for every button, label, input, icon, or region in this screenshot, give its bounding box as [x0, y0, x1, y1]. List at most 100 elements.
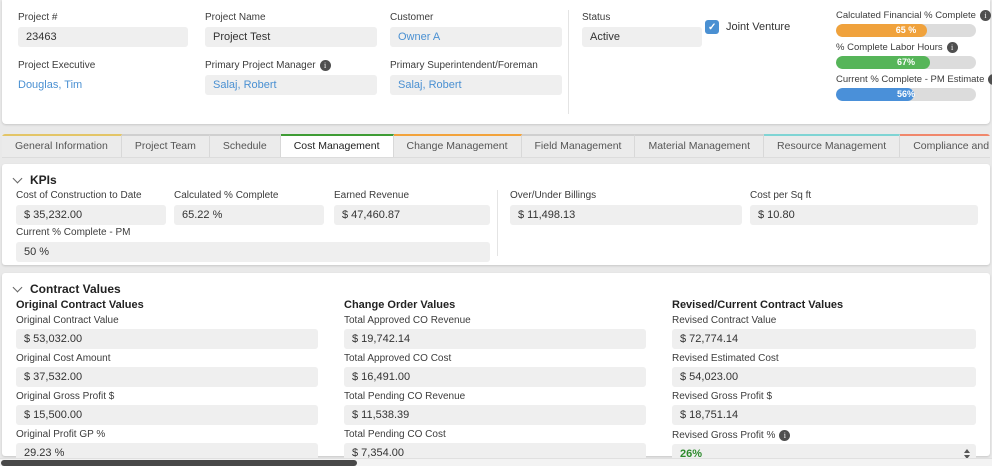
kpi-earned-revenue: Earned Revenue $ 47,460.87: [334, 190, 490, 225]
scrollbar-thumb[interactable]: [1, 460, 357, 466]
kpi-cost-per-sqft: Cost per Sq ft $ 10.80: [750, 190, 978, 225]
collapse-chevron-icon[interactable]: [13, 173, 23, 183]
project-number-value[interactable]: 23463: [18, 27, 188, 47]
contract-values-title: Contract Values: [30, 282, 121, 296]
project-name-label: Project Name: [205, 12, 377, 23]
column-title: Change Order Values: [344, 299, 646, 311]
primary-superintendent-label: Primary Superintendent/Foreman: [390, 60, 562, 71]
joint-venture-field: Joint Venture: [705, 20, 790, 34]
kpi-value[interactable]: $ 10.80: [750, 205, 978, 225]
info-icon[interactable]: [947, 42, 958, 53]
revised-contract-value-field: Revised Contract Value $ 72,774.14: [672, 316, 976, 349]
kpi-label: Cost of Construction to Date: [16, 190, 166, 201]
tab-resource-management[interactable]: Resource Management: [764, 134, 900, 157]
project-header-card: Project # 23463 Project Executive Dougla…: [2, 0, 990, 124]
status-field: Status Active: [582, 12, 702, 47]
kpi-label: Calculated % Complete: [174, 190, 324, 201]
column-title: Original Contract Values: [16, 299, 318, 311]
labor-hours-bar: 67%: [836, 56, 976, 69]
financial-percent-complete: Calculated Financial % Complete 65 %: [836, 10, 982, 37]
primary-project-manager-field: Primary Project Manager Salaj, Robert: [205, 60, 377, 95]
primary-superintendent-value[interactable]: Salaj, Robert: [390, 75, 562, 95]
tab-cost-management[interactable]: Cost Management: [281, 134, 394, 157]
contract-values-section: Contract Values Original Contract Values…: [2, 273, 990, 456]
revised-estimated-cost-field: Revised Estimated Cost $ 54,023.00: [672, 354, 976, 387]
tab-material-management[interactable]: Material Management: [635, 134, 764, 157]
project-detail-page: Project # 23463 Project Executive Dougla…: [0, 0, 992, 466]
customer-link[interactable]: Owner A: [398, 31, 440, 43]
kpi-label: Current % Complete - PM: [16, 227, 490, 238]
column-title: Revised/Current Contract Values: [672, 299, 976, 311]
labor-hours-label: % Complete Labor Hours: [836, 42, 982, 53]
kpi-divider: [497, 190, 498, 256]
project-executive-link[interactable]: Douglas, Tim: [18, 75, 188, 95]
pending-co-revenue-field: Total Pending CO Revenue $ 11,538.39: [344, 392, 646, 425]
primary-superintendent-field: Primary Superintendent/Foreman Salaj, Ro…: [390, 60, 562, 95]
tab-schedule[interactable]: Schedule: [210, 134, 281, 157]
project-number-label: Project #: [18, 12, 188, 23]
kpis-header[interactable]: KPIs: [14, 173, 57, 187]
project-name-value[interactable]: Project Test: [205, 27, 377, 47]
header-divider: [568, 10, 569, 114]
change-order-values-column: Change Order Values Total Approved CO Re…: [344, 299, 646, 463]
tab-general-information[interactable]: General Information: [2, 134, 122, 157]
header-col-3: Customer Owner A Primary Superintendent/…: [390, 12, 562, 95]
financial-percent-label: Calculated Financial % Complete: [836, 10, 982, 21]
kpi-label: Cost per Sq ft: [750, 190, 978, 201]
status-label: Status: [582, 12, 702, 23]
primary-superintendent-link[interactable]: Salaj, Robert: [398, 79, 462, 91]
project-executive-field: Project Executive Douglas, Tim: [18, 60, 188, 95]
labor-hours-percent-complete: % Complete Labor Hours 67%: [836, 42, 982, 69]
bar-value: 67%: [836, 56, 976, 69]
stepper-up-icon[interactable]: [964, 449, 970, 453]
kpi-calculated-percent: Calculated % Complete 65.22 %: [174, 190, 324, 225]
kpis-title: KPIs: [30, 173, 57, 187]
revised-gross-profit-field: Revised Gross Profit $ $ 18,751.14: [672, 392, 976, 425]
kpi-value[interactable]: 65.22 %: [174, 205, 324, 225]
kpi-current-percent-pm: Current % Complete - PM 50 %: [16, 227, 490, 262]
original-gross-profit-field: Original Gross Profit $ $ 15,500.00: [16, 392, 318, 425]
kpi-label: Over/Under Billings: [510, 190, 742, 201]
pm-estimate-bar: 56%: [836, 88, 976, 101]
primary-project-manager-value[interactable]: Salaj, Robert: [205, 75, 377, 95]
tab-compliance-and-safety[interactable]: Compliance and Safety: [900, 134, 990, 157]
approved-co-revenue-field: Total Approved CO Revenue $ 19,742.14: [344, 316, 646, 349]
project-executive-label: Project Executive: [18, 60, 188, 71]
kpi-label: Earned Revenue: [334, 190, 490, 201]
header-col-1: Project # 23463 Project Executive Dougla…: [18, 12, 188, 95]
customer-label: Customer: [390, 12, 562, 23]
info-icon[interactable]: [779, 430, 790, 441]
joint-venture-checkbox[interactable]: [705, 20, 719, 34]
info-icon[interactable]: [320, 60, 331, 71]
info-icon[interactable]: [980, 10, 991, 21]
status-value[interactable]: Active: [582, 27, 702, 47]
bar-value: 56%: [836, 88, 976, 101]
pm-estimate-percent-complete: Current % Complete - PM Estimate 56%: [836, 74, 982, 101]
kpi-value[interactable]: $ 11,498.13: [510, 205, 742, 225]
customer-field: Customer Owner A: [390, 12, 562, 47]
financial-percent-bar: 65 %: [836, 24, 976, 37]
pm-estimate-label: Current % Complete - PM Estimate: [836, 74, 982, 85]
tab-change-management[interactable]: Change Management: [394, 134, 522, 157]
primary-project-manager-link[interactable]: Salaj, Robert: [213, 79, 277, 91]
kpi-value[interactable]: 50 %: [16, 242, 490, 262]
tab-project-team[interactable]: Project Team: [122, 134, 210, 157]
info-icon[interactable]: [988, 74, 992, 85]
bar-value: 65 %: [836, 24, 976, 37]
project-number-field: Project # 23463: [18, 12, 188, 47]
header-col-2: Project Name Project Test Primary Projec…: [205, 12, 377, 95]
kpi-value[interactable]: $ 47,460.87: [334, 205, 490, 225]
revised-contract-values-column: Revised/Current Contract Values Revised …: [672, 299, 976, 464]
kpi-cost-of-construction: Cost of Construction to Date $ 35,232.00: [16, 190, 166, 225]
progress-bars: Calculated Financial % Complete 65 % % C…: [836, 8, 982, 106]
horizontal-scrollbar: [0, 458, 992, 466]
joint-venture-label: Joint Venture: [726, 21, 790, 33]
tab-field-management[interactable]: Field Management: [522, 134, 636, 157]
module-tab-bar: General Information Project Team Schedul…: [2, 134, 990, 158]
original-contract-value-field: Original Contract Value $ 53,032.00: [16, 316, 318, 349]
kpi-over-under-billings: Over/Under Billings $ 11,498.13: [510, 190, 742, 225]
contract-values-header[interactable]: Contract Values: [14, 282, 121, 296]
customer-value[interactable]: Owner A: [390, 27, 562, 47]
kpi-value[interactable]: $ 35,232.00: [16, 205, 166, 225]
collapse-chevron-icon[interactable]: [13, 282, 23, 292]
